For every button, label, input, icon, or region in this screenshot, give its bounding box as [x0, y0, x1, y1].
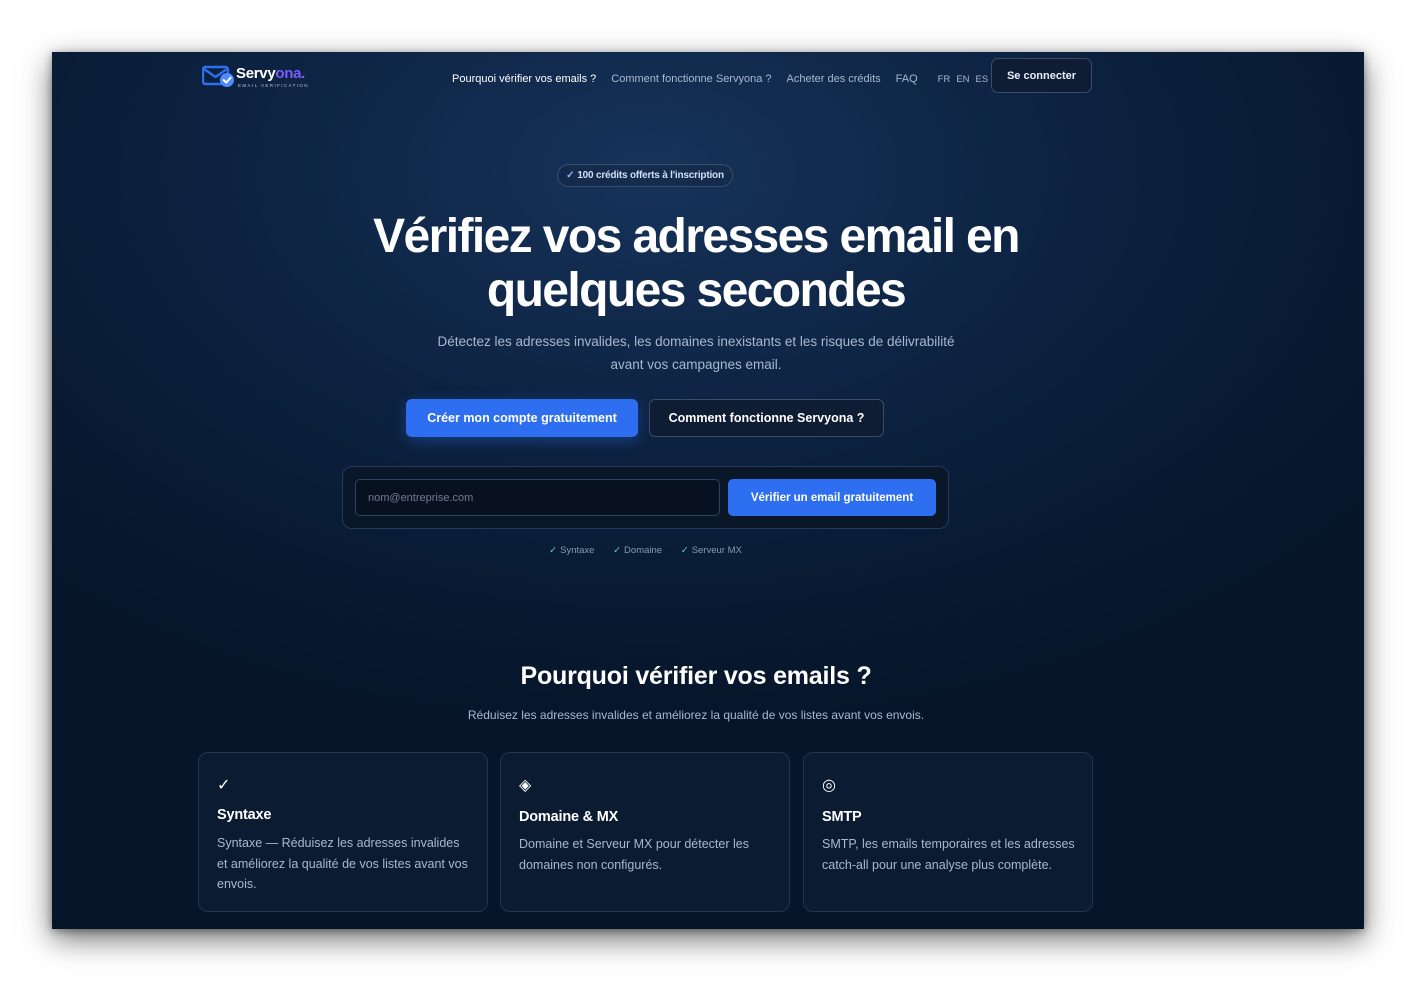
how-it-works-button[interactable]: Comment fonctionne Servyona ? [649, 399, 884, 437]
lang-fr[interactable]: FR [938, 74, 951, 85]
language-switcher: FR EN ES [938, 74, 995, 85]
login-button[interactable]: Se connecter [991, 58, 1092, 93]
check-icon: ✓ [549, 545, 558, 556]
hero-subtitle-line1: Détectez les adresses invalides, les dom… [437, 334, 955, 349]
check-item-domain: ✓ Domaine [613, 545, 663, 556]
nav-link-faq[interactable]: FAQ [896, 73, 918, 85]
lang-es[interactable]: ES [976, 74, 989, 85]
check-icon: ✓ [566, 170, 575, 181]
verify-email-form: Vérifier un email gratuitement [342, 466, 949, 529]
check-icon: ✓ [613, 545, 622, 556]
card-text: SMTP, les emails temporaires et les adre… [822, 837, 1075, 872]
create-account-button[interactable]: Créer mon compte gratuitement [406, 399, 638, 437]
feature-card-syntax: ✓ Syntaxe Syntaxe — Réduisez les adresse… [198, 752, 488, 912]
check-item-mx: ✓ Serveur MX [680, 545, 742, 556]
hero-title-line1: Vérifiez vos adresses email en [373, 210, 1020, 263]
section-title: Pourquoi vérifier vos emails ? [520, 662, 872, 690]
verify-email-button[interactable]: Vérifier un email gratuitement [728, 479, 936, 516]
envelope-check-icon [202, 65, 234, 87]
hero-subtitle-line2: avant vos campagnes email. [610, 357, 782, 372]
logo-wordmark: Servyona. [236, 65, 306, 82]
hero-title-line2: quelques secondes [486, 264, 907, 317]
check-item-syntax: ✓ Syntaxe [549, 545, 595, 556]
badge-text: 100 crédits offerts à l'inscription [577, 170, 724, 181]
hero-title: Vérifiez vos adresses email en quelques … [252, 210, 1140, 318]
card-text: Domaine et Serveur MX pour détecter les … [519, 837, 749, 872]
lang-en[interactable]: EN [956, 74, 969, 85]
feature-card-domain-mx: ◈ Domaine & MX Domaine et Serveur MX pou… [500, 752, 790, 912]
card-title: Syntaxe [217, 807, 272, 823]
browser-window: Servyona. EMAIL VERIFICATION Pourquoi vé… [52, 52, 1364, 929]
signup-credits-badge: ✓ 100 crédits offerts à l'inscription [557, 164, 733, 187]
logo[interactable]: Servyona. EMAIL VERIFICATION [202, 64, 322, 90]
check-icon: ✓ [217, 777, 231, 794]
email-input[interactable] [355, 479, 720, 516]
check-icon: ✓ [680, 545, 689, 556]
nav-link-buy-credits[interactable]: Acheter des crédits [787, 73, 881, 85]
feature-card-smtp: ◎ SMTP SMTP, les emails temporaires et l… [803, 752, 1093, 912]
card-title: SMTP [822, 809, 862, 825]
verification-checks: ✓ Syntaxe ✓ Domaine ✓ Serveur MX [342, 545, 949, 556]
card-title: Domaine & MX [519, 809, 619, 825]
diamond-icon: ◈ [519, 777, 532, 794]
nav-link-how-it-works[interactable]: Comment fonctionne Servyona ? [611, 73, 771, 85]
target-icon: ◎ [822, 777, 836, 794]
hero-subtitle: Détectez les adresses invalides, les dom… [342, 330, 1050, 376]
section-subtitle: Réduisez les adresses invalides et améli… [467, 708, 925, 722]
main-nav: Pourquoi vérifier vos emails ? Comment f… [452, 70, 994, 88]
nav-link-why-verify[interactable]: Pourquoi vérifier vos emails ? [452, 73, 596, 85]
logo-tagline: EMAIL VERIFICATION [238, 83, 309, 88]
card-text: Syntaxe — Réduisez les adresses invalide… [217, 836, 468, 891]
